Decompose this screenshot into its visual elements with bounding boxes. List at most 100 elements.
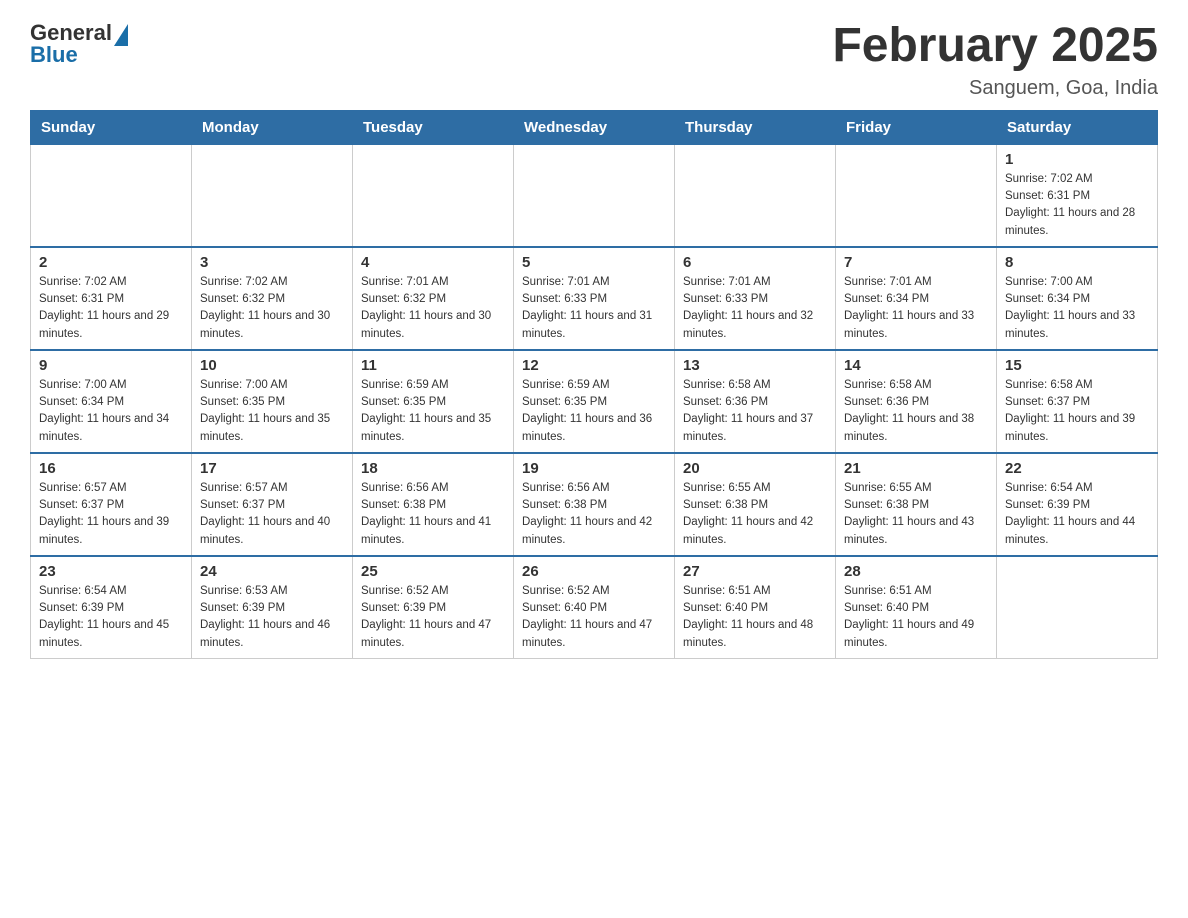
day-number: 18 bbox=[361, 460, 505, 477]
day-number: 23 bbox=[39, 563, 183, 580]
calendar-cell bbox=[31, 144, 192, 247]
calendar-cell: 18 Sunrise: 6:56 AMSunset: 6:38 PMDayligh… bbox=[353, 453, 514, 556]
day-number: 7 bbox=[844, 254, 988, 271]
day-info: Sunrise: 6:55 AMSunset: 6:38 PMDaylight:… bbox=[683, 480, 827, 549]
calendar-cell bbox=[836, 144, 997, 247]
day-header-sunday: Sunday bbox=[31, 110, 192, 144]
day-info: Sunrise: 7:01 AMSunset: 6:32 PMDaylight:… bbox=[361, 274, 505, 343]
day-number: 6 bbox=[683, 254, 827, 271]
calendar-cell bbox=[353, 144, 514, 247]
day-info: Sunrise: 7:00 AMSunset: 6:34 PMDaylight:… bbox=[39, 377, 183, 446]
calendar-cell: 26 Sunrise: 6:52 AMSunset: 6:40 PMDayligh… bbox=[514, 556, 675, 659]
day-number: 10 bbox=[200, 357, 344, 374]
day-number: 27 bbox=[683, 563, 827, 580]
day-number: 11 bbox=[361, 357, 505, 374]
calendar-cell bbox=[192, 144, 353, 247]
day-info: Sunrise: 6:54 AMSunset: 6:39 PMDaylight:… bbox=[1005, 480, 1149, 549]
calendar-cell: 6 Sunrise: 7:01 AMSunset: 6:33 PMDaylight… bbox=[675, 247, 836, 350]
day-header-saturday: Saturday bbox=[997, 110, 1158, 144]
day-number: 22 bbox=[1005, 460, 1149, 477]
day-info: Sunrise: 7:00 AMSunset: 6:35 PMDaylight:… bbox=[200, 377, 344, 446]
calendar-cell: 4Sunrise: 7:01 AMSunset: 6:32 PMDaylight… bbox=[353, 247, 514, 350]
day-number: 12 bbox=[522, 357, 666, 374]
day-number: 5 bbox=[522, 254, 666, 271]
page-header: General Blue February 2025 Sanguem, Goa,… bbox=[30, 20, 1158, 100]
day-info: Sunrise: 7:02 AMSunset: 6:31 PMDaylight:… bbox=[39, 274, 183, 343]
calendar-subtitle: Sanguem, Goa, India bbox=[832, 77, 1158, 100]
day-info: Sunrise: 6:52 AMSunset: 6:40 PMDaylight:… bbox=[522, 583, 666, 652]
day-info: Sunrise: 6:54 AMSunset: 6:39 PMDaylight:… bbox=[39, 583, 183, 652]
day-number: 8 bbox=[1005, 254, 1149, 271]
day-header-thursday: Thursday bbox=[675, 110, 836, 144]
day-info: Sunrise: 7:01 AMSunset: 6:34 PMDaylight:… bbox=[844, 274, 988, 343]
day-number: 24 bbox=[200, 563, 344, 580]
day-number: 9 bbox=[39, 357, 183, 374]
day-info: Sunrise: 6:56 AMSunset: 6:38 PMDaylight:… bbox=[522, 480, 666, 549]
day-header-friday: Friday bbox=[836, 110, 997, 144]
title-area: February 2025 Sanguem, Goa, India bbox=[832, 20, 1158, 100]
day-header-tuesday: Tuesday bbox=[353, 110, 514, 144]
calendar-cell: 10 Sunrise: 7:00 AMSunset: 6:35 PMDayligh… bbox=[192, 350, 353, 453]
logo: General Blue bbox=[30, 20, 128, 68]
day-number: 26 bbox=[522, 563, 666, 580]
day-info: Sunrise: 6:58 AMSunset: 6:36 PMDaylight:… bbox=[844, 377, 988, 446]
logo-blue-text: Blue bbox=[30, 42, 78, 68]
day-info: Sunrise: 6:55 AMSunset: 6:38 PMDaylight:… bbox=[844, 480, 988, 549]
calendar-cell: 3 Sunrise: 7:02 AMSunset: 6:32 PMDaylight… bbox=[192, 247, 353, 350]
day-number: 19 bbox=[522, 460, 666, 477]
day-number: 3 bbox=[200, 254, 344, 271]
calendar-cell: 7 Sunrise: 7:01 AMSunset: 6:34 PMDaylight… bbox=[836, 247, 997, 350]
calendar-cell: 12 Sunrise: 6:59 AMSunset: 6:35 PMDayligh… bbox=[514, 350, 675, 453]
calendar-cell: 21 Sunrise: 6:55 AMSunset: 6:38 PMDayligh… bbox=[836, 453, 997, 556]
day-info: Sunrise: 6:58 AMSunset: 6:36 PMDaylight:… bbox=[683, 377, 827, 446]
calendar-cell bbox=[997, 556, 1158, 659]
calendar-cell: 20 Sunrise: 6:55 AMSunset: 6:38 PMDayligh… bbox=[675, 453, 836, 556]
calendar-cell: 19 Sunrise: 6:56 AMSunset: 6:38 PMDayligh… bbox=[514, 453, 675, 556]
day-number: 21 bbox=[844, 460, 988, 477]
calendar-cell: 25Sunrise: 6:52 AMSunset: 6:39 PMDayligh… bbox=[353, 556, 514, 659]
calendar-cell bbox=[675, 144, 836, 247]
week-row-4: 16Sunrise: 6:57 AMSunset: 6:37 PMDayligh… bbox=[31, 453, 1158, 556]
calendar-cell: 28 Sunrise: 6:51 AMSunset: 6:40 PMDayligh… bbox=[836, 556, 997, 659]
calendar-cell: 23 Sunrise: 6:54 AMSunset: 6:39 PMDayligh… bbox=[31, 556, 192, 659]
calendar-cell: 27 Sunrise: 6:51 AMSunset: 6:40 PMDayligh… bbox=[675, 556, 836, 659]
day-info: Sunrise: 6:56 AMSunset: 6:38 PMDaylight:… bbox=[361, 480, 505, 549]
day-info: Sunrise: 6:57 AMSunset: 6:37 PMDaylight:… bbox=[39, 480, 183, 549]
calendar-table: SundayMondayTuesdayWednesdayThursdayFrid… bbox=[30, 110, 1158, 659]
calendar-cell: 13 Sunrise: 6:58 AMSunset: 6:36 PMDayligh… bbox=[675, 350, 836, 453]
week-row-3: 9 Sunrise: 7:00 AMSunset: 6:34 PMDaylight… bbox=[31, 350, 1158, 453]
calendar-cell: 22 Sunrise: 6:54 AMSunset: 6:39 PMDayligh… bbox=[997, 453, 1158, 556]
day-info: Sunrise: 6:53 AMSunset: 6:39 PMDaylight:… bbox=[200, 583, 344, 652]
week-row-2: 2 Sunrise: 7:02 AMSunset: 6:31 PMDaylight… bbox=[31, 247, 1158, 350]
day-number: 14 bbox=[844, 357, 988, 374]
day-info: Sunrise: 6:51 AMSunset: 6:40 PMDaylight:… bbox=[683, 583, 827, 652]
calendar-cell: 2 Sunrise: 7:02 AMSunset: 6:31 PMDaylight… bbox=[31, 247, 192, 350]
calendar-cell: 14 Sunrise: 6:58 AMSunset: 6:36 PMDayligh… bbox=[836, 350, 997, 453]
calendar-cell: 15Sunrise: 6:58 AMSunset: 6:37 PMDayligh… bbox=[997, 350, 1158, 453]
calendar-cell: 16Sunrise: 6:57 AMSunset: 6:37 PMDayligh… bbox=[31, 453, 192, 556]
day-info: Sunrise: 6:57 AMSunset: 6:37 PMDaylight:… bbox=[200, 480, 344, 549]
day-number: 1 bbox=[1005, 151, 1149, 168]
day-info: Sunrise: 6:51 AMSunset: 6:40 PMDaylight:… bbox=[844, 583, 988, 652]
day-info: Sunrise: 7:01 AMSunset: 6:33 PMDaylight:… bbox=[683, 274, 827, 343]
calendar-cell: 9 Sunrise: 7:00 AMSunset: 6:34 PMDaylight… bbox=[31, 350, 192, 453]
calendar-cell: 8Sunrise: 7:00 AMSunset: 6:34 PMDaylight… bbox=[997, 247, 1158, 350]
day-number: 28 bbox=[844, 563, 988, 580]
calendar-cell: 5Sunrise: 7:01 AMSunset: 6:33 PMDaylight… bbox=[514, 247, 675, 350]
day-info: Sunrise: 7:02 AMSunset: 6:31 PMDaylight:… bbox=[1005, 171, 1149, 240]
day-header-monday: Monday bbox=[192, 110, 353, 144]
calendar-cell bbox=[514, 144, 675, 247]
day-number: 20 bbox=[683, 460, 827, 477]
day-info: Sunrise: 7:02 AMSunset: 6:32 PMDaylight:… bbox=[200, 274, 344, 343]
day-number: 13 bbox=[683, 357, 827, 374]
day-header-wednesday: Wednesday bbox=[514, 110, 675, 144]
calendar-cell: 1 Sunrise: 7:02 AMSunset: 6:31 PMDaylight… bbox=[997, 144, 1158, 247]
week-row-1: 1 Sunrise: 7:02 AMSunset: 6:31 PMDaylight… bbox=[31, 144, 1158, 247]
calendar-cell: 11Sunrise: 6:59 AMSunset: 6:35 PMDayligh… bbox=[353, 350, 514, 453]
day-info: Sunrise: 6:59 AMSunset: 6:35 PMDaylight:… bbox=[522, 377, 666, 446]
header-row: SundayMondayTuesdayWednesdayThursdayFrid… bbox=[31, 110, 1158, 144]
day-number: 17 bbox=[200, 460, 344, 477]
day-number: 2 bbox=[39, 254, 183, 271]
logo-triangle-icon bbox=[114, 24, 128, 46]
calendar-title: February 2025 bbox=[832, 20, 1158, 73]
